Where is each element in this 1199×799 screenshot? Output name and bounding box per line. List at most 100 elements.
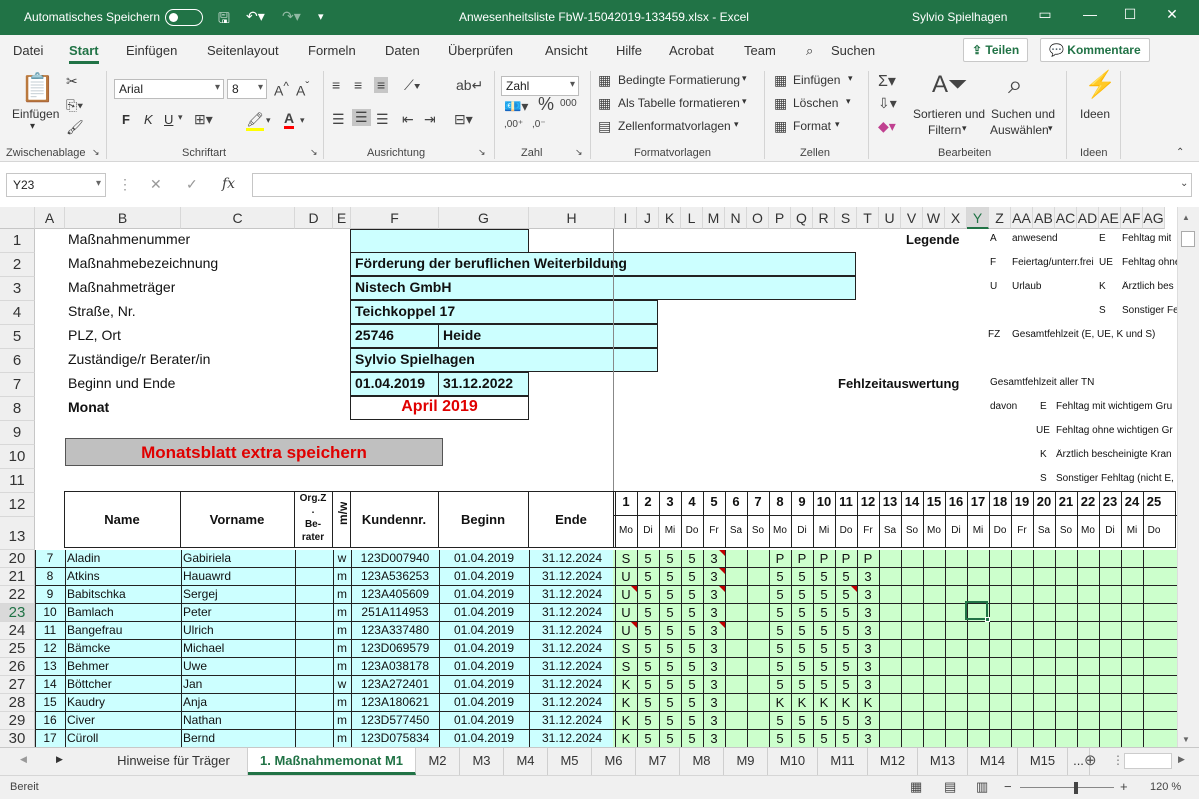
row-header-6[interactable]: 6 xyxy=(0,349,35,373)
increase-decimal-icon[interactable]: ,00⁺ xyxy=(504,119,523,130)
column-header-q[interactable]: Q xyxy=(791,207,813,229)
conditional-format-button[interactable]: Bedingte Formatierung xyxy=(618,73,740,87)
massnahmenummer-field[interactable] xyxy=(350,229,529,253)
grow-font-icon[interactable]: A^ xyxy=(274,80,289,99)
sheet-tab[interactable]: M4 xyxy=(504,748,548,775)
align-center-icon[interactable]: ☰ xyxy=(352,109,371,126)
insert-cells-dropdown-icon[interactable]: ▾ xyxy=(848,73,853,84)
page-break-view-icon[interactable]: ▥ xyxy=(976,779,988,795)
enter-icon[interactable]: ✓ xyxy=(186,176,198,193)
column-header-b[interactable]: B xyxy=(65,207,181,229)
column-header-k[interactable]: K xyxy=(659,207,681,229)
column-header-e[interactable]: E xyxy=(333,207,351,229)
insert-function-icon[interactable]: fx xyxy=(222,176,235,192)
scroll-up-icon[interactable]: ▲ xyxy=(1182,213,1190,222)
align-left-icon[interactable]: ☰ xyxy=(332,111,345,128)
zoom-out-icon[interactable]: − xyxy=(1004,779,1012,794)
align-bottom-icon[interactable]: ≡ xyxy=(374,77,389,93)
row-header-13[interactable]: 13 xyxy=(0,517,35,550)
find-select-icon[interactable]: ⌕ xyxy=(1008,69,1023,101)
zoom-slider-thumb[interactable] xyxy=(1074,782,1078,794)
zoom-level[interactable]: 120 % xyxy=(1150,781,1181,793)
format-cells-dropdown-icon[interactable]: ▾ xyxy=(835,119,840,130)
column-header-i[interactable]: I xyxy=(615,207,637,229)
sheet-tab[interactable]: M6 xyxy=(592,748,636,775)
page-layout-view-icon[interactable]: ▤ xyxy=(944,779,956,795)
row-header-27[interactable]: 27 xyxy=(0,676,35,694)
comments-button[interactable]: 💬 Kommentare xyxy=(1040,38,1150,62)
format-as-table-dropdown-icon[interactable]: ▾ xyxy=(742,96,747,107)
column-header-ac[interactable]: AC xyxy=(1055,207,1077,229)
column-header-u[interactable]: U xyxy=(879,207,901,229)
format-painter-icon[interactable]: 🖌 xyxy=(66,119,84,136)
row-header-3[interactable]: 3 xyxy=(0,277,35,301)
accounting-format-icon[interactable]: 💶▾ xyxy=(504,98,528,115)
row-header-28[interactable]: 28 xyxy=(0,694,35,712)
conditional-format-dropdown-icon[interactable]: ▾ xyxy=(742,73,747,84)
column-header-a[interactable]: A xyxy=(35,207,65,229)
sheet-tab[interactable]: M9 xyxy=(724,748,768,775)
customize-qat-icon[interactable]: ▾ xyxy=(318,10,324,23)
column-header-m[interactable]: M xyxy=(703,207,725,229)
column-header-h[interactable]: H xyxy=(529,207,615,229)
borders-icon[interactable]: ⊞▾ xyxy=(194,111,213,128)
column-header-v[interactable]: V xyxy=(901,207,923,229)
sheet-tab[interactable]: M3 xyxy=(460,748,504,775)
tab-team[interactable]: Team xyxy=(744,43,776,58)
ideas-icon[interactable]: ⚡ xyxy=(1084,69,1116,100)
decrease-decimal-icon[interactable]: ,0⁻ xyxy=(532,119,546,130)
sort-filter-label[interactable]: Sortieren und xyxy=(913,107,985,121)
font-launcher-icon[interactable]: ↘ xyxy=(310,147,318,158)
format-as-table-button[interactable]: Als Tabelle formatieren xyxy=(618,96,740,110)
find-select-label[interactable]: Suchen und xyxy=(991,107,1055,121)
row-header-25[interactable]: 25 xyxy=(0,640,35,658)
align-top-icon[interactable]: ≡ xyxy=(332,77,340,93)
row-header-12[interactable]: 12 xyxy=(0,493,35,517)
delete-cells-dropdown-icon[interactable]: ▾ xyxy=(846,96,851,107)
tab-start[interactable]: Start xyxy=(69,43,99,64)
tab-einfuegen[interactable]: Einfügen xyxy=(126,43,177,58)
fill-handle[interactable] xyxy=(985,617,990,622)
cell-styles-dropdown-icon[interactable]: ▾ xyxy=(734,119,739,130)
row-header-24[interactable]: 24 xyxy=(0,622,35,640)
tab-daten[interactable]: Daten xyxy=(385,43,420,58)
hscroll-right-icon[interactable]: ▶ xyxy=(1178,754,1185,765)
font-color-dropdown-icon[interactable]: ▾ xyxy=(300,115,305,126)
minimize-icon[interactable]: — xyxy=(1080,6,1100,28)
autosum-icon[interactable]: Σ▾ xyxy=(878,71,896,91)
merge-center-icon[interactable]: ⊟▾ xyxy=(454,111,473,128)
fill-icon[interactable]: ⇩▾ xyxy=(878,95,897,112)
sheet-tab[interactable]: M12 xyxy=(868,748,918,775)
column-header-x[interactable]: X xyxy=(945,207,967,229)
row-header-7[interactable]: 7 xyxy=(0,373,35,397)
fill-dropdown-icon[interactable]: ▾ xyxy=(266,115,271,126)
copy-icon[interactable]: ⎘▾ xyxy=(66,97,83,114)
column-header-l[interactable]: L xyxy=(681,207,703,229)
search-icon[interactable]: ⌕ xyxy=(806,43,813,59)
font-color-icon[interactable]: A xyxy=(284,110,295,129)
sheet-tab[interactable]: M8 xyxy=(680,748,724,775)
column-header-af[interactable]: AF xyxy=(1121,207,1143,229)
row-header-22[interactable]: 22 xyxy=(0,586,35,604)
row-header-11[interactable]: 11 xyxy=(0,469,35,493)
tab-datei[interactable]: Datei xyxy=(13,43,43,58)
scroll-thumb[interactable] xyxy=(1181,231,1195,247)
row-header-29[interactable]: 29 xyxy=(0,712,35,730)
alignment-launcher-icon[interactable]: ↘ xyxy=(478,147,486,158)
sheet-tab[interactable]: M7 xyxy=(636,748,680,775)
formula-input[interactable] xyxy=(252,173,1192,197)
italic-button[interactable]: K xyxy=(144,112,153,127)
wrap-text-icon[interactable]: ab↵ xyxy=(456,77,483,94)
vertical-scrollbar[interactable]: ▲ ▼ xyxy=(1177,207,1199,747)
column-header-c[interactable]: C xyxy=(181,207,295,229)
sheet-tab[interactable]: M2 xyxy=(416,748,460,775)
column-header-r[interactable]: R xyxy=(813,207,835,229)
row-header-10[interactable]: 10 xyxy=(0,445,35,469)
zoom-slider[interactable] xyxy=(1020,787,1114,788)
expand-formula-icon[interactable]: ⌄ xyxy=(1180,178,1188,189)
paste-dropdown-icon[interactable]: ▾ xyxy=(30,121,35,132)
tab-scroll-left-icon[interactable]: ◀ xyxy=(20,754,27,765)
zoom-in-icon[interactable]: + xyxy=(1120,779,1128,794)
row-header-21[interactable]: 21 xyxy=(0,568,35,586)
sheet-tab[interactable]: 1. Maßnahmemonat M1 xyxy=(248,748,416,775)
